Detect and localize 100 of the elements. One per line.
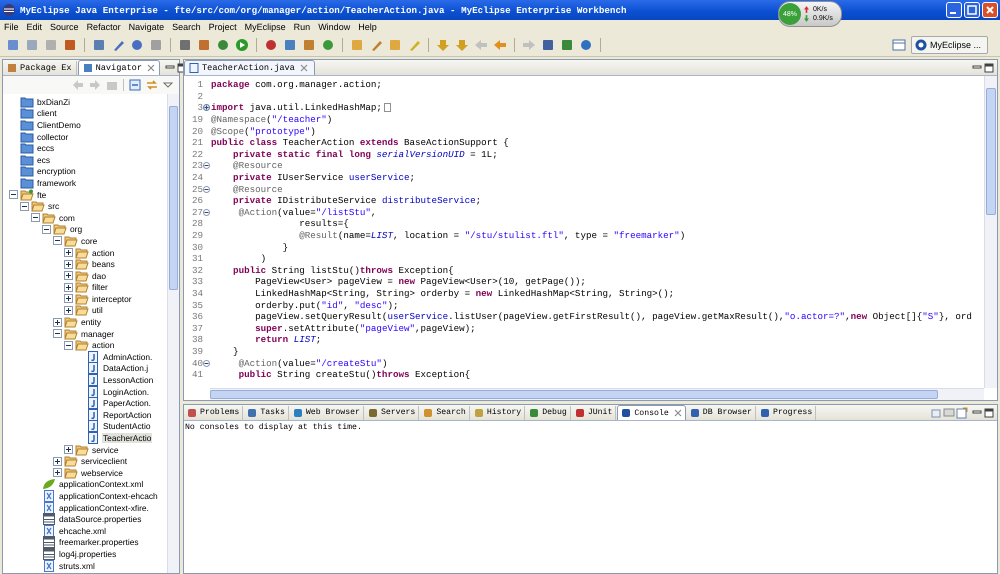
view-tab[interactable]: Web Browser (290, 406, 364, 420)
back-arrow-icon[interactable] (493, 38, 507, 52)
tree-item[interactable]: action (91, 340, 116, 350)
expand-icon[interactable] (53, 468, 62, 478)
tree-item[interactable]: LoginAction. (102, 386, 150, 397)
tree-item[interactable]: StudentActio (102, 421, 152, 432)
collapse-icon[interactable] (31, 213, 40, 222)
collapse-icon[interactable] (20, 202, 29, 211)
maximize-button[interactable] (964, 2, 980, 18)
scroll-thumb[interactable] (169, 106, 178, 290)
collapse-fold-icon[interactable] (203, 208, 210, 216)
close-icon[interactable] (674, 409, 682, 417)
run-icon[interactable] (235, 38, 249, 52)
tree-item[interactable]: collector (36, 132, 70, 142)
tree-item[interactable]: bxDianZi (36, 96, 72, 107)
expand-icon[interactable] (64, 306, 73, 315)
tree-item[interactable]: action (91, 248, 116, 258)
menu-item[interactable]: Project (208, 22, 237, 32)
open-perspective-icon[interactable] (892, 38, 906, 52)
tree-item[interactable]: util (91, 305, 104, 316)
tree-item[interactable]: DataAction.j (102, 363, 150, 374)
view-tab[interactable]: Problems (184, 406, 244, 420)
view-tab[interactable]: Progress (756, 406, 816, 420)
tree-item[interactable]: serviceclient (80, 456, 128, 466)
expand-icon[interactable] (64, 282, 73, 292)
view-tab[interactable]: DB Browser (686, 406, 756, 420)
scroll-thumb[interactable] (986, 88, 996, 215)
scrollbar[interactable] (984, 76, 997, 388)
tree-item[interactable]: com (58, 212, 76, 223)
collapse-icon[interactable] (9, 190, 18, 200)
menu-item[interactable]: Window (318, 22, 350, 32)
menu-item[interactable]: Run (294, 22, 310, 32)
tree-item[interactable]: LessonAction (102, 375, 154, 386)
tree-item[interactable]: PaperAction. (102, 398, 152, 408)
menu-item[interactable]: Edit (26, 22, 42, 32)
tree-item[interactable]: applicationContext-xfire. (58, 502, 150, 513)
tree-item[interactable]: AdminAction. (102, 352, 154, 362)
collapse-icon[interactable] (53, 236, 62, 246)
tree-item[interactable]: TeacherActio (102, 433, 152, 444)
expand-icon[interactable] (64, 248, 73, 258)
menu-item[interactable]: Search (172, 22, 201, 32)
pencil-icon[interactable] (369, 38, 383, 52)
tree-item[interactable]: dataSource.properties (58, 514, 142, 524)
tree-item[interactable]: src (47, 201, 60, 212)
view-tab[interactable]: Servers (364, 406, 420, 420)
perspective-button[interactable]: MyEclipse ... (910, 36, 988, 54)
new-console-icon[interactable] (956, 406, 968, 418)
tree-item[interactable]: freemarker.properties (58, 537, 140, 548)
editor-tab[interactable]: TeacherAction.java (184, 60, 315, 75)
folded-code-icon[interactable] (384, 103, 391, 112)
menu-item[interactable]: Help (358, 22, 377, 32)
close-icon[interactable] (147, 64, 155, 72)
view-tab[interactable]: Debug (526, 406, 571, 420)
tree-item[interactable]: client (36, 108, 58, 118)
expand-icon[interactable] (64, 445, 73, 454)
tree-item[interactable]: struts.xml (58, 560, 96, 571)
tree-item[interactable]: dao (91, 270, 107, 281)
tree-item[interactable]: applicationContext.xml (58, 479, 144, 490)
tree-item[interactable]: eccs (36, 143, 56, 154)
tree-item[interactable]: webservice (80, 468, 124, 478)
box-icon[interactable] (63, 38, 77, 52)
tree-item[interactable]: service (91, 444, 120, 455)
collapse-fold-icon[interactable] (203, 360, 210, 367)
expand-icon[interactable] (53, 456, 62, 466)
link-arrows-icon[interactable] (146, 79, 158, 91)
expand-icon[interactable] (64, 294, 73, 304)
tree-item[interactable]: ClientDemo (36, 120, 82, 130)
tree-item[interactable]: ecs (36, 154, 52, 165)
view-tab[interactable]: Console (617, 405, 686, 420)
menu-item[interactable]: MyEclipse (244, 22, 286, 32)
view-tab[interactable]: Navigator (78, 60, 160, 75)
scrollbar[interactable] (167, 94, 179, 573)
tree-item[interactable]: org (69, 224, 84, 234)
tree-item[interactable]: ReportAction (102, 410, 152, 420)
scroll-thumb[interactable] (210, 390, 938, 399)
collapse-icon[interactable] (42, 224, 51, 234)
tree-item[interactable]: framework (36, 178, 78, 188)
tree-item[interactable]: ehcache.xml (58, 526, 108, 536)
close-icon[interactable] (300, 64, 308, 72)
tree-item[interactable]: fte (36, 190, 48, 200)
view-tab[interactable]: Tasks (244, 406, 289, 420)
collapse-all-icon[interactable] (129, 79, 141, 91)
collapse-icon[interactable] (53, 329, 62, 338)
monitor-icon[interactable] (943, 406, 955, 418)
expand-icon[interactable] (64, 271, 73, 280)
menu-item[interactable]: File (4, 22, 19, 32)
view-tab[interactable]: History (470, 406, 526, 420)
tree-item[interactable]: filter (91, 282, 109, 292)
menu-item[interactable]: Source (50, 22, 79, 32)
close-button[interactable] (982, 2, 998, 18)
maximize-icon[interactable] (984, 62, 994, 72)
tree-item[interactable]: encryption (36, 166, 77, 176)
tree-item[interactable]: manager (80, 328, 116, 339)
collapse-fold-icon[interactable] (203, 186, 210, 193)
expand-fold-icon[interactable] (203, 104, 210, 112)
view-tab[interactable]: Package Ex (3, 60, 77, 74)
tree-item[interactable]: core (80, 236, 98, 246)
expand-icon[interactable] (53, 318, 62, 327)
collapse-fold-icon[interactable] (203, 162, 210, 170)
collapse-icon[interactable] (64, 340, 73, 350)
